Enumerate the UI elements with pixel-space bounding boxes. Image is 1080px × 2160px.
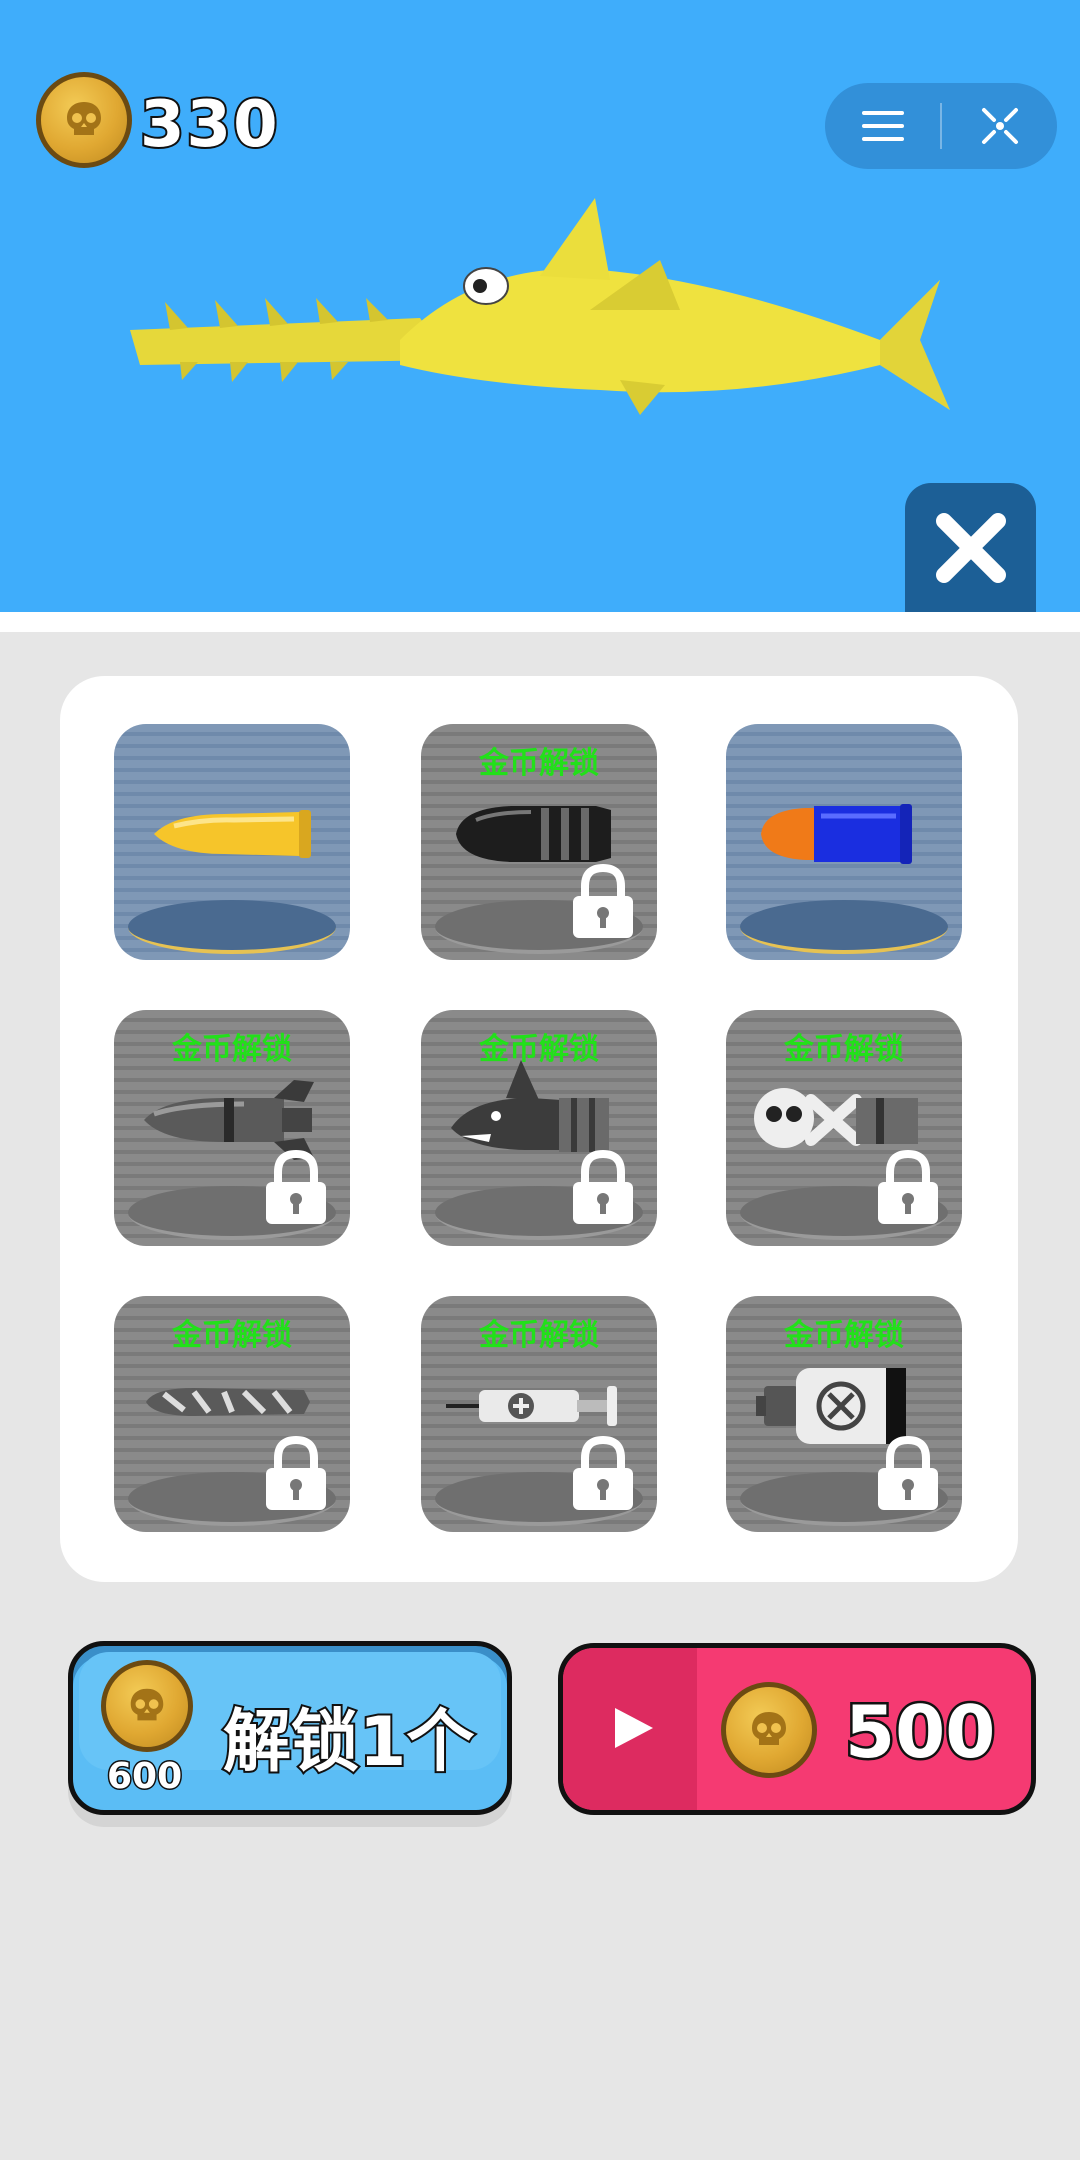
unlock-one-button[interactable]: 600 解锁1个: [68, 1641, 512, 1815]
skin-slot-rocket-bullet[interactable]: 金币解锁: [114, 1010, 350, 1246]
lock-icon: [878, 1436, 938, 1510]
video-reward-amount: 500: [842, 1688, 997, 1777]
skin-slot-gold-bullet[interactable]: [114, 724, 350, 960]
skin-grid-panel: 金币解锁 金币解锁 金币解锁 金币解锁 金币解锁 金币解锁 金币解锁: [60, 676, 1018, 1582]
coin-icon: [36, 72, 132, 168]
unlock-price: 600: [105, 1755, 183, 1799]
lock-icon: [573, 1150, 633, 1224]
skull-coin-icon: [130, 1688, 164, 1721]
coin-icon: [101, 1660, 193, 1752]
skin-slot-canister-bullet[interactable]: 金币解锁: [726, 1296, 962, 1532]
menu-button[interactable]: [825, 83, 940, 169]
coin-count: 330: [138, 86, 280, 164]
skull-coin-icon: [752, 1712, 786, 1745]
mini-program-capsule: [825, 83, 1057, 169]
lock-icon: [573, 1436, 633, 1510]
exit-button[interactable]: [942, 83, 1057, 169]
blue-orange-bullet-model: [761, 804, 912, 864]
sawshark-model: [130, 198, 950, 415]
skull-coin-icon: [67, 102, 101, 135]
lock-icon: [878, 1150, 938, 1224]
play-icon: [615, 1708, 653, 1748]
unlock-label: 解锁1个: [221, 1701, 476, 1784]
lock-icon: [573, 864, 633, 938]
gold-bullet-model: [154, 810, 311, 858]
skin-slot-black-bullet[interactable]: 金币解锁: [421, 724, 657, 960]
close-icon: [935, 512, 1006, 583]
skin-slot-blue-bullet[interactable]: [726, 724, 962, 960]
skin-slot-skull-bullet[interactable]: 金币解锁: [726, 1010, 962, 1246]
close-button[interactable]: [905, 483, 1036, 612]
target-exit-icon: [981, 108, 1018, 144]
menu-icon: [861, 111, 904, 141]
scene-divider: [0, 612, 1080, 632]
coin-icon: [721, 1682, 817, 1778]
watch-video-reward-button[interactable]: 500: [558, 1643, 1036, 1815]
skin-slot-shark-bullet[interactable]: 金币解锁: [421, 1010, 657, 1246]
skin-slot-graffiti-bullet[interactable]: 金币解锁: [114, 1296, 350, 1532]
skin-slot-syringe-bullet[interactable]: 金币解锁: [421, 1296, 657, 1532]
lock-icon: [266, 1436, 326, 1510]
lock-icon: [266, 1150, 326, 1224]
